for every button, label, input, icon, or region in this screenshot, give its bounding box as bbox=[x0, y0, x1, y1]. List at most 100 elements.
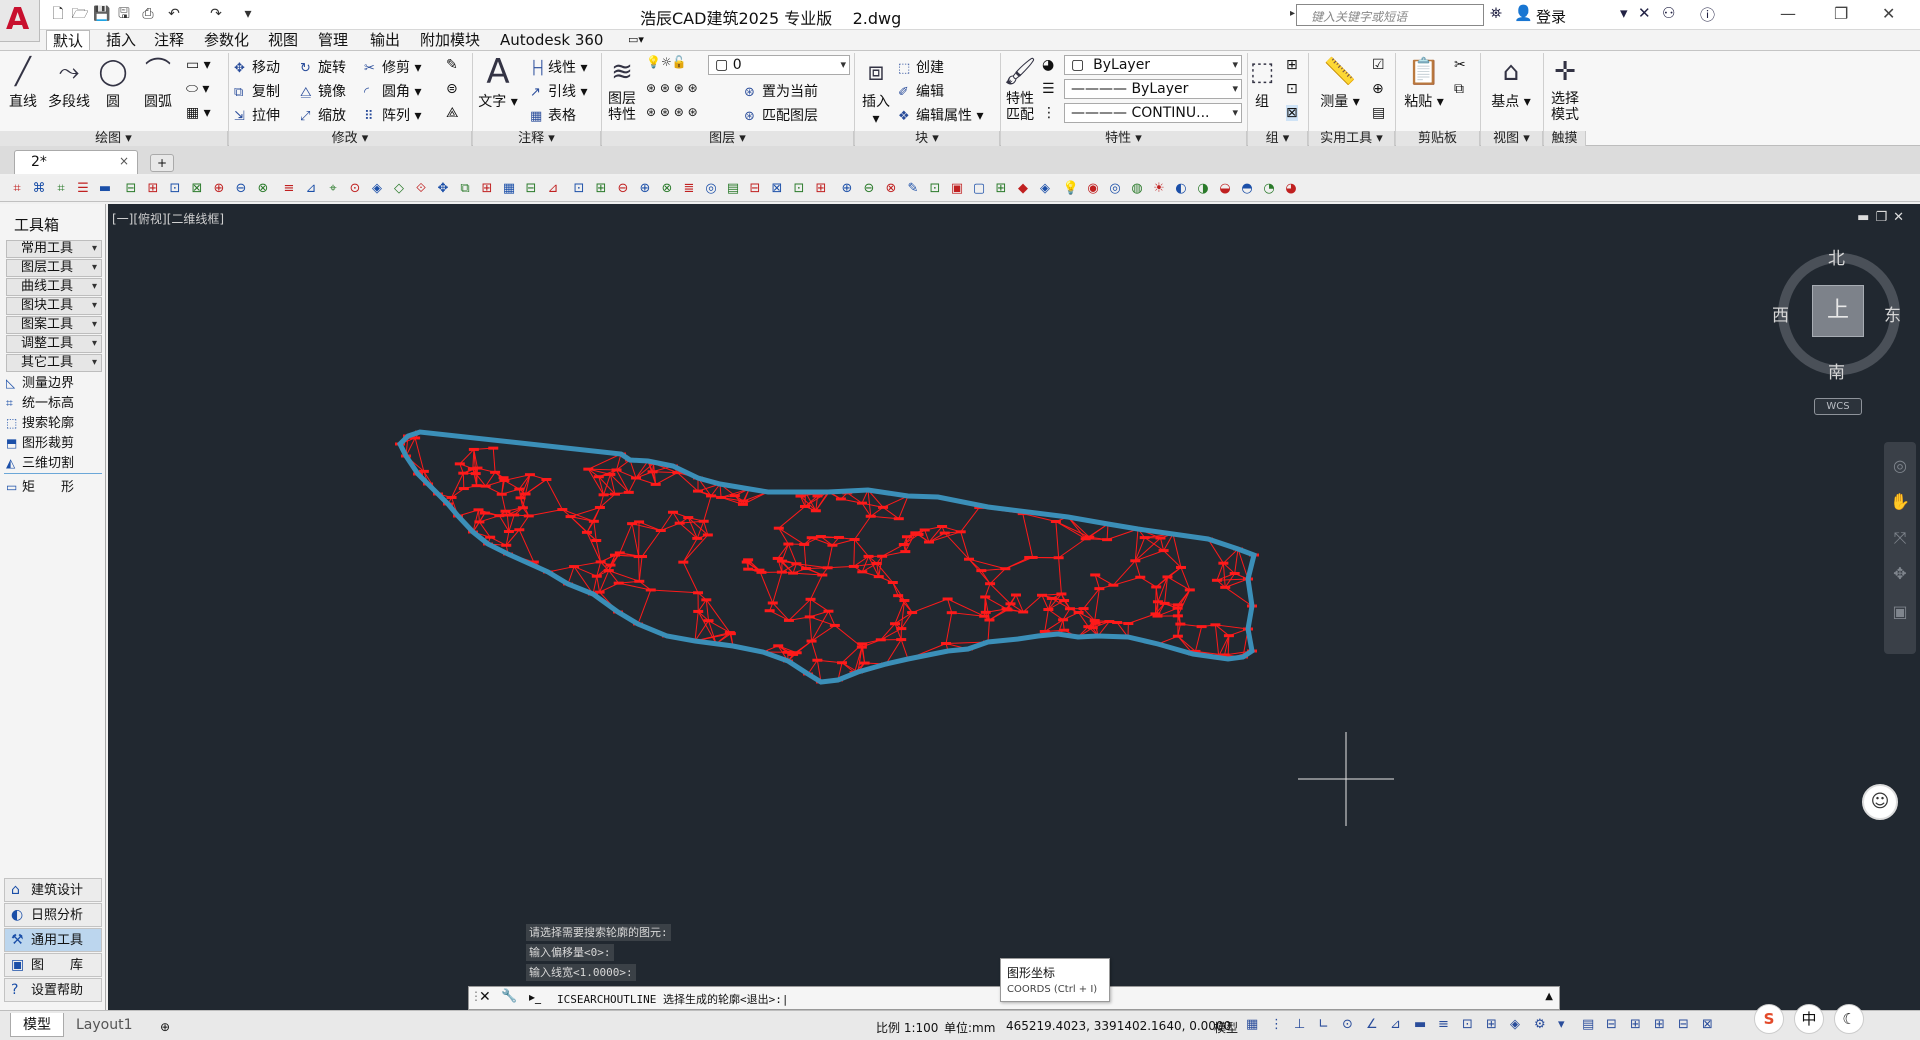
toolstrip-tool-icon[interactable]: ◐ bbox=[1172, 180, 1190, 198]
compass-west-label[interactable]: 西 bbox=[1772, 301, 1789, 326]
wcs-menu[interactable]: WCS bbox=[1814, 398, 1862, 415]
toolstrip-tool-icon[interactable]: ▣ bbox=[948, 180, 966, 198]
toolbox-group-curve[interactable]: 曲线工具 bbox=[6, 278, 102, 296]
minimize-icon[interactable]: — bbox=[1780, 4, 1796, 23]
toolstrip-tool-icon[interactable]: ⊠ bbox=[768, 180, 786, 198]
toolstrip-tool-icon[interactable]: ⊟ bbox=[746, 180, 764, 198]
lineweight-select[interactable]: ———— CONTINU... bbox=[1064, 103, 1242, 123]
restore-icon[interactable]: ❐ bbox=[1834, 4, 1848, 23]
tab-manage[interactable]: 管理 bbox=[312, 30, 354, 50]
toolstrip-tool-icon[interactable]: ⊞ bbox=[812, 180, 830, 198]
toolstrip-tool-icon[interactable]: ✎ bbox=[904, 180, 922, 198]
save-as-icon[interactable]: 🖫 bbox=[114, 4, 134, 24]
current-layer-select[interactable]: ▢ 0 bbox=[708, 55, 850, 75]
match-properties-button[interactable]: 🖌 特性 匹配 bbox=[1002, 53, 1038, 123]
toolstrip-tool-icon[interactable]: ⊟ bbox=[522, 180, 540, 198]
assistant-avatar-icon[interactable]: ☺ bbox=[1862, 784, 1898, 820]
status-toggle-icon[interactable]: ⊞ bbox=[1486, 1017, 1497, 1032]
ellipse-icon[interactable]: ⬭ ▾ bbox=[186, 81, 209, 97]
toolbox-item-clip-graphic[interactable]: ⬒ 图形裁剪 bbox=[6, 434, 74, 453]
dropdown-icon[interactable]: ▾ bbox=[1620, 4, 1628, 22]
view-panel-title[interactable]: 视图 ▾ bbox=[1481, 131, 1543, 147]
tab-autodesk-360[interactable]: Autodesk 360 bbox=[494, 30, 609, 50]
block-panel-title[interactable]: 块 ▾ bbox=[855, 131, 1000, 147]
properties-panel-title[interactable]: 特性 ▾ bbox=[1001, 131, 1247, 147]
move-button[interactable]: ✥ 移动 bbox=[234, 57, 280, 77]
app-menu-button[interactable]: A bbox=[0, 0, 40, 42]
toolstrip-tool-icon[interactable]: ⊠ bbox=[188, 180, 206, 198]
viewcube-top-face[interactable]: 上 bbox=[1812, 285, 1864, 337]
layers-panel-title[interactable]: 图层 ▾ bbox=[602, 131, 854, 147]
close-tab-icon[interactable]: × bbox=[119, 154, 129, 168]
copy-clip-icon[interactable]: ⧉ bbox=[1454, 81, 1464, 97]
toolstrip-tool-icon[interactable]: ⊞ bbox=[992, 180, 1010, 198]
showmotion-icon[interactable]: ▣ bbox=[1890, 602, 1910, 622]
tab-insert[interactable]: 插入 bbox=[100, 30, 142, 50]
command-history-toggle-icon[interactable]: ▲ bbox=[1545, 991, 1553, 1002]
toolstrip-tool-icon[interactable]: ⊿ bbox=[544, 180, 562, 198]
compass-east-label[interactable]: 东 bbox=[1884, 301, 1901, 326]
lineweight-icon[interactable]: ☰ bbox=[1042, 81, 1055, 97]
circle-button[interactable]: ◯ 圆 bbox=[96, 53, 130, 111]
tab-layout1[interactable]: Layout1 bbox=[64, 1013, 145, 1037]
tab-model[interactable]: 模型 bbox=[10, 1013, 64, 1037]
redo-icon[interactable]: ↷ bbox=[206, 4, 226, 24]
status-toggle-icon[interactable]: ◈ bbox=[1510, 1017, 1520, 1032]
toolstrip-tool-icon[interactable]: ⌘ bbox=[30, 180, 48, 198]
toolstrip-tool-icon[interactable]: ◆ bbox=[1014, 180, 1032, 198]
fillet-button[interactable]: ◜ 圆角 ▾ bbox=[364, 81, 421, 101]
toolbox-tab-general-tools[interactable]: ⚒ 通用工具 bbox=[4, 928, 102, 952]
point-style-icon[interactable]: ⊕ bbox=[1372, 81, 1384, 97]
toolbox-group-pattern[interactable]: 图案工具 bbox=[6, 316, 102, 334]
exchange-icon[interactable]: ✕ bbox=[1638, 4, 1651, 22]
toolstrip-tool-icon[interactable]: ⧉ bbox=[456, 180, 474, 198]
toolstrip-tool-icon[interactable]: ⊗ bbox=[254, 180, 272, 198]
status-toggle-icon[interactable]: ⊿ bbox=[1390, 1017, 1401, 1032]
color-select[interactable]: ▢ ByLayer bbox=[1064, 55, 1242, 75]
color-wheel-icon[interactable]: ◕ bbox=[1042, 57, 1054, 73]
annotation-panel-title[interactable]: 注释 ▾ bbox=[473, 131, 601, 147]
toolbox-group-other[interactable]: 其它工具 bbox=[6, 354, 102, 372]
rectangle-icon[interactable]: ▭ ▾ bbox=[186, 57, 211, 73]
toolstrip-tool-icon[interactable]: ◇ bbox=[390, 180, 408, 198]
stretch-button[interactable]: ⇲ 拉伸 bbox=[234, 105, 280, 125]
erase-icon[interactable]: ✎ bbox=[446, 57, 458, 73]
insert-block-button[interactable]: ⧈ 插入 ▾ bbox=[858, 53, 894, 127]
compass-north-label[interactable]: 北 bbox=[1828, 244, 1845, 269]
open-file-icon[interactable]: 🗁 bbox=[70, 4, 90, 24]
toolstrip-tool-icon[interactable]: ◔ bbox=[1260, 180, 1278, 198]
toolbox-item-search-outline[interactable]: ⬚ 搜索轮廓 bbox=[6, 414, 74, 433]
copy-button[interactable]: ⧉ 复制 bbox=[234, 81, 280, 101]
toolstrip-tool-icon[interactable]: ⊖ bbox=[860, 180, 878, 198]
calculator-icon[interactable]: ▤ bbox=[1372, 105, 1385, 121]
status-toggle-icon[interactable]: ≡ bbox=[1438, 1017, 1449, 1032]
line-button[interactable]: ╱ 直线 bbox=[6, 53, 40, 111]
clipboard-panel-title[interactable]: 剪贴板 bbox=[1396, 131, 1480, 147]
add-layout-icon[interactable]: ⊕ bbox=[148, 1015, 182, 1039]
tab-parametric[interactable]: 参数化 bbox=[198, 30, 255, 50]
create-block-button[interactable]: ⬚ 创建 bbox=[898, 57, 944, 77]
new-tab-button[interactable]: + bbox=[150, 154, 174, 172]
save-icon[interactable]: 💾 bbox=[92, 4, 112, 24]
connect-icon[interactable]: ⚇ bbox=[1662, 4, 1675, 22]
close-command-icon[interactable]: ✕ bbox=[479, 989, 491, 1005]
toolbox-item-rectangle[interactable]: ▭ 矩 形 bbox=[6, 478, 74, 497]
status-toggle-icon[interactable]: ⊟ bbox=[1678, 1017, 1689, 1032]
toolstrip-tool-icon[interactable]: ⊡ bbox=[570, 180, 588, 198]
toolstrip-tool-icon[interactable]: ▬ bbox=[96, 180, 114, 198]
toolstrip-tool-icon[interactable]: ⊞ bbox=[592, 180, 610, 198]
toolstrip-tool-icon[interactable]: ⊕ bbox=[210, 180, 228, 198]
toolstrip-tool-icon[interactable]: ⊖ bbox=[614, 180, 632, 198]
login-button[interactable]: 登录 bbox=[1536, 6, 1566, 27]
undo-icon[interactable]: ↶ bbox=[164, 4, 184, 24]
toolbox-group-adjust[interactable]: 调整工具 bbox=[6, 335, 102, 353]
leader-button[interactable]: ↗ 引线 ▾ bbox=[530, 81, 587, 101]
toolstrip-tool-icon[interactable]: ⊗ bbox=[882, 180, 900, 198]
toolstrip-tool-icon[interactable]: ⌗ bbox=[8, 180, 26, 198]
group-edit-icon[interactable]: ⊡ bbox=[1286, 81, 1298, 97]
user-icon[interactable]: 👤 bbox=[1514, 4, 1533, 22]
offset-icon[interactable]: ⊜ bbox=[446, 81, 458, 97]
status-toggle-icon[interactable]: ▤ bbox=[1582, 1017, 1594, 1032]
toolstrip-tool-icon[interactable]: ◑ bbox=[1194, 180, 1212, 198]
tab-addins[interactable]: 附加模块 bbox=[414, 30, 486, 50]
